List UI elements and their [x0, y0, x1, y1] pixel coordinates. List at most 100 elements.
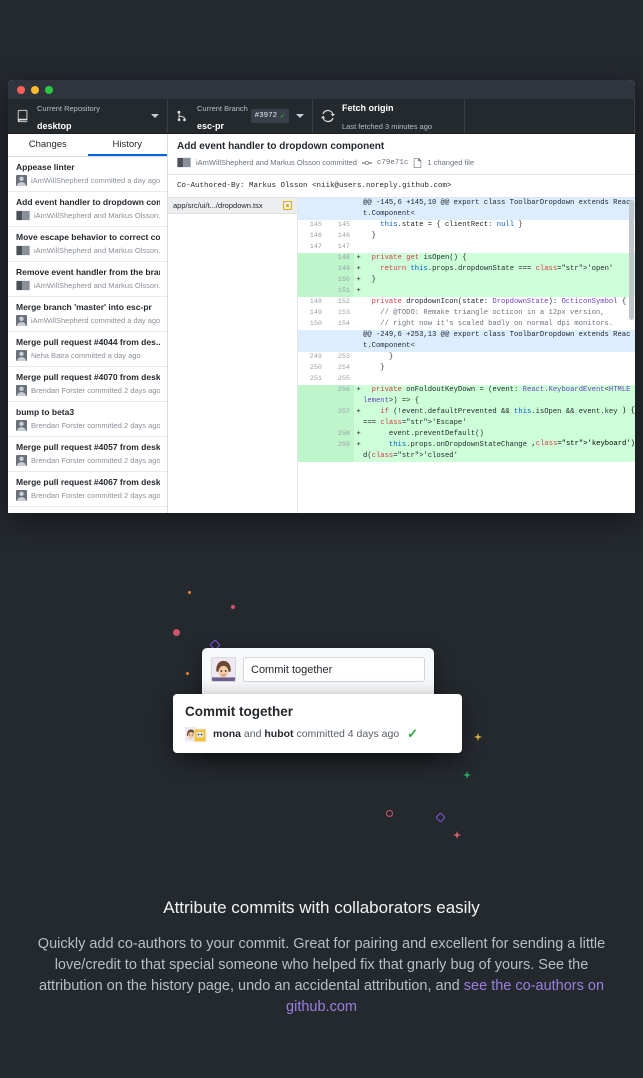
diff-code: this.props.onDropdownStateChanged(class=…	[363, 441, 527, 460]
diff-new-lineno: 257	[326, 407, 354, 429]
diamond-purple	[435, 809, 446, 827]
diff-code-view[interactable]: @@ -145,6 +145,10 @@ export class Toolba…	[298, 198, 635, 513]
close-icon[interactable]	[17, 85, 25, 94]
diff-area: app/src/ui/t.../dropdown.tsx @@ -145,6 +…	[168, 198, 635, 513]
tooltip-title: Commit together	[185, 704, 293, 719]
repo-value: desktop	[37, 121, 72, 131]
minimize-icon[interactable]	[31, 85, 39, 94]
diff-marker: +	[356, 441, 361, 449]
diff-line: 150 154 // right now it's scaled badly on…	[298, 319, 635, 330]
diff-old-lineno: 148	[298, 297, 326, 308]
sidebar-tabs: Changes History	[8, 134, 167, 157]
avatar	[16, 420, 27, 431]
commit-item-author: Brendan Forster committed 2 days ago	[31, 456, 160, 465]
current-repository-button[interactable]: Current Repository desktop	[8, 99, 168, 133]
diff-marker	[354, 297, 363, 308]
commit-list-item[interactable]: Merge branch 'master' into esc-pr iAmWill…	[8, 297, 167, 332]
github-desktop-window: Current Repository desktop Current Branc…	[8, 80, 635, 513]
commit-detail-header: Add event handler to dropdown component …	[168, 134, 635, 175]
diff-line: 147 147	[298, 242, 635, 253]
diff-code: event.preventDefault()	[363, 430, 484, 438]
diff-old-lineno: 250	[298, 363, 326, 374]
diff-old-lineno	[298, 253, 326, 264]
diff-new-lineno: 154	[326, 319, 354, 330]
diff-line: 258 + event.preventDefault()	[298, 429, 635, 440]
app-toolbar: Current Repository desktop Current Branc…	[8, 99, 635, 134]
diff-new-lineno: 152	[326, 297, 354, 308]
diff-line: 257 + if (!event.defaultPrevented && this…	[298, 407, 635, 429]
diff-new-lineno: 145	[326, 220, 354, 231]
commit-list-item[interactable]: Merge pull request #4044 from des... Neha…	[8, 332, 167, 367]
commit-list-item[interactable]: Merge pull request #4067 from desk.. Bren…	[8, 472, 167, 507]
feature-caption: Attribute commits with collaborators eas…	[0, 898, 643, 1018]
branch-value: esc-pr	[197, 121, 225, 131]
toolbar-empty-area	[465, 99, 635, 133]
dot-orange-tiny	[186, 672, 189, 675]
diff-line: @@ -145,6 +145,10 @@ export class Toolba…	[298, 198, 635, 220]
check-icon: ✓	[280, 112, 285, 121]
commit-item-author: iAmWillShepherd committed a day ago	[31, 176, 160, 185]
sync-icon	[321, 109, 335, 123]
commit-list-item[interactable]: Add event handler to dropdown com... iAmW…	[8, 192, 167, 227]
diff-old-lineno: 150	[298, 319, 326, 330]
diff-code: }	[363, 353, 394, 361]
commit-icon	[361, 160, 372, 165]
avatar	[16, 490, 27, 501]
commit-item-title: Merge pull request #4067 from desk..	[16, 477, 160, 487]
diff-marker	[354, 352, 363, 363]
commit-item-meta: iAmWillShepherd committed a day ago	[16, 315, 160, 326]
dot-red-large	[173, 629, 180, 636]
chevron-down-icon	[151, 114, 159, 118]
commit-list-item[interactable]: Merge pull request #4070 from desk.. Bren…	[8, 367, 167, 402]
diff-old-lineno	[298, 286, 326, 297]
maximize-icon[interactable]	[45, 85, 53, 94]
diff-old-lineno: 249	[298, 352, 326, 363]
diff-line: 148 152 private dropdownIcon(state: Dropd…	[298, 297, 635, 308]
commit-item-author: Brendan Forster committed 2 days ago	[31, 491, 160, 500]
diff-code: private get isOpen() {	[371, 254, 467, 262]
commit-list-item[interactable]: Release to 1.1.0-beta2Neha Batra committ…	[8, 507, 167, 513]
commit-item-meta: Brendan Forster committed 2 days ago	[16, 490, 160, 501]
committed-text: committed 4 days ago	[293, 728, 400, 740]
diff-new-lineno: 258	[326, 429, 354, 440]
changed-file-list: app/src/ui/t.../dropdown.tsx	[168, 198, 298, 513]
commit-item-meta: iAmWillShepherd and Markus Olsson...	[16, 280, 160, 291]
diff-old-lineno	[298, 198, 326, 220]
diff-marker	[354, 308, 363, 319]
coauthor-trailer: Co-Authored-By: Markus Olsson <niik@user…	[168, 175, 635, 198]
avatar-pair-icon	[16, 280, 30, 291]
commit-item-title: Move escape behavior to correct co...	[16, 232, 160, 242]
commit-item-title: Merge pull request #4044 from des...	[16, 337, 160, 347]
commit-list-item[interactable]: Remove event handler from the bran... iAm…	[8, 262, 167, 297]
commit-list-item[interactable]: Move escape behavior to correct co... iAm…	[8, 227, 167, 262]
window-titlebar	[8, 80, 635, 99]
diff-marker: +	[356, 430, 361, 438]
pull-request-badge[interactable]: #3972 ✓	[250, 109, 289, 123]
commit-list-item[interactable]: Appease linter iAmWillShepherd committed …	[8, 157, 167, 192]
diff-line: 150 + }	[298, 275, 635, 286]
file-modified-icon	[283, 201, 292, 210]
current-branch-button[interactable]: Current Branch esc-pr #3972 ✓	[168, 99, 313, 133]
diff-marker	[354, 231, 363, 242]
commit-list[interactable]: Appease linter iAmWillShepherd committed …	[8, 157, 167, 513]
commit-list-item[interactable]: Merge pull request #4057 from desk.. Bren…	[8, 437, 167, 472]
changed-file-row[interactable]: app/src/ui/t.../dropdown.tsx	[168, 198, 297, 214]
tab-history[interactable]: History	[87, 134, 167, 156]
diff-line: 146 146 }	[298, 231, 635, 242]
diff-code: return this.props.dropdownState === clas…	[380, 265, 614, 273]
tab-changes[interactable]: Changes	[8, 134, 88, 156]
diff-new-lineno: 259	[326, 440, 354, 462]
spark-yellow	[474, 728, 482, 746]
author-mona: mona	[213, 728, 242, 740]
diff-old-lineno: 146	[298, 231, 326, 242]
avatar	[16, 385, 27, 396]
circle-red-outline	[386, 810, 393, 817]
commit-item-author: Brendan Forster committed 2 days ago	[31, 386, 160, 395]
diff-new-lineno: 147	[326, 242, 354, 253]
summary-input[interactable]: Commit together	[243, 657, 425, 682]
commit-list-item[interactable]: bump to beta3 Brendan Forster committed 2…	[8, 402, 167, 437]
fetch-origin-button[interactable]: Fetch origin Last fetched 3 minutes ago	[313, 99, 465, 133]
branch-label: Current Branch	[197, 103, 248, 113]
diff-scrollbar[interactable]	[629, 200, 634, 320]
summary-row: Commit together	[211, 657, 425, 682]
